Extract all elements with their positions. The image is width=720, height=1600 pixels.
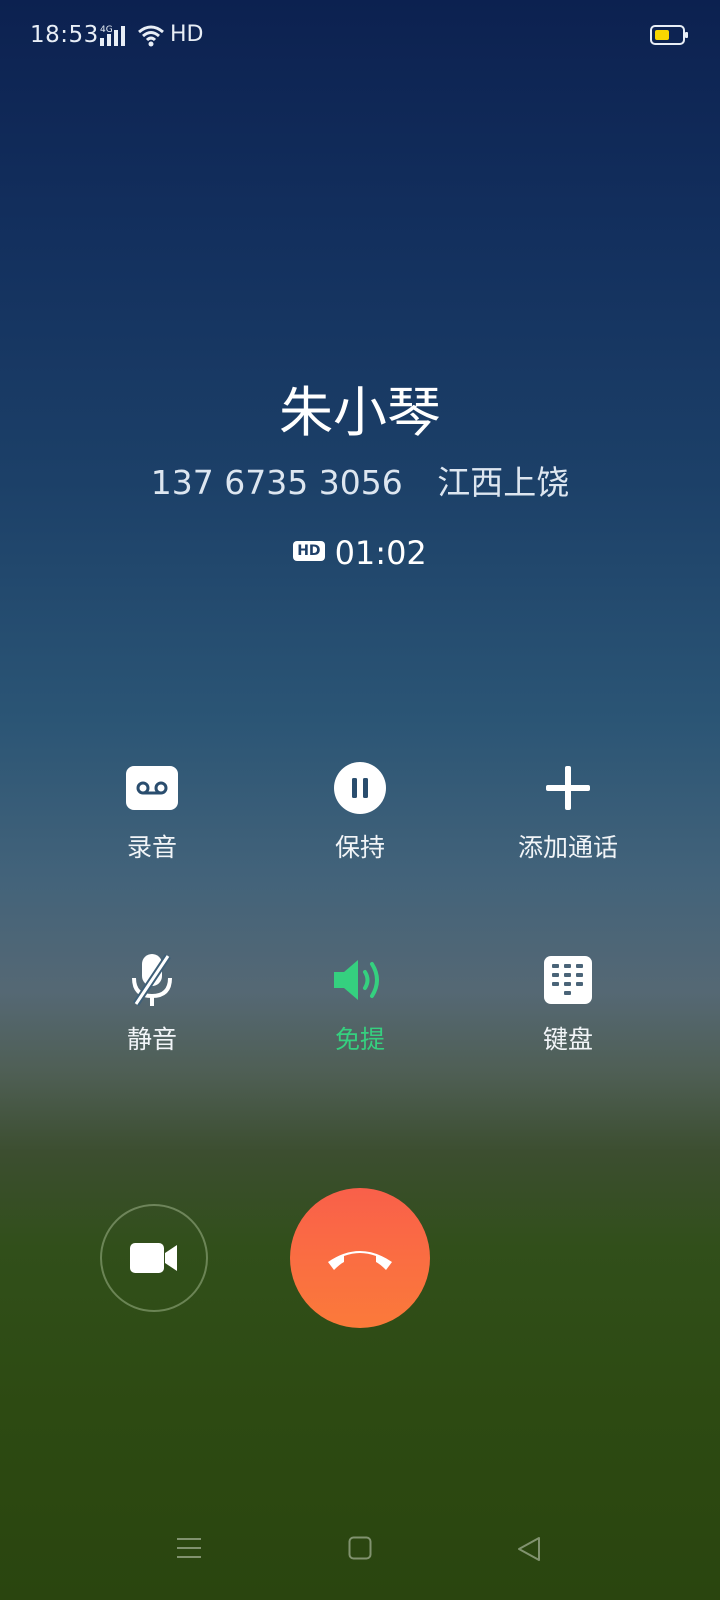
signal-icon: 4G xyxy=(100,25,125,46)
plus-icon xyxy=(546,766,590,810)
menu-icon[interactable] xyxy=(176,1536,202,1560)
hd-call-badge: HD xyxy=(293,541,325,561)
mute-button[interactable]: 静音 xyxy=(52,950,252,1056)
caller-location: 江西上饶 xyxy=(437,463,570,502)
network-label: 4G xyxy=(100,25,113,35)
record-label: 录音 xyxy=(126,833,177,862)
record-tape-icon xyxy=(126,766,178,810)
speaker-button[interactable]: 免提 xyxy=(260,950,460,1056)
call-timer-line: HD 01:02 xyxy=(0,534,720,572)
mic-off-icon xyxy=(132,954,172,1006)
video-call-button[interactable] xyxy=(100,1204,208,1312)
hold-button[interactable]: 保持 xyxy=(260,758,460,864)
caller-number: 137 6735 3056 xyxy=(150,463,403,502)
phone-hangup-icon xyxy=(328,1251,392,1270)
end-call-button[interactable] xyxy=(290,1188,430,1328)
status-time: 18:53 xyxy=(30,22,99,48)
add-call-label: 添加通话 xyxy=(517,833,618,862)
status-hd-label: HD xyxy=(170,22,204,47)
record-button[interactable]: 录音 xyxy=(52,758,252,864)
caller-number-line: 137 6735 3056 江西上饶 xyxy=(0,456,720,504)
back-icon[interactable] xyxy=(516,1536,542,1562)
dialpad-icon xyxy=(544,956,592,1004)
keypad-label: 键盘 xyxy=(542,1025,593,1054)
video-camera-icon xyxy=(130,1243,177,1273)
navigation-bar xyxy=(0,1530,720,1580)
keypad-button[interactable]: 键盘 xyxy=(468,950,668,1056)
pause-icon xyxy=(334,762,386,814)
hold-label: 保持 xyxy=(334,833,385,862)
wifi-icon xyxy=(138,25,164,47)
add-call-button[interactable]: 添加通话 xyxy=(468,758,668,864)
mute-label: 静音 xyxy=(126,1025,177,1054)
status-bar: 18:53 4G HD xyxy=(0,0,720,72)
call-duration: 01:02 xyxy=(334,534,427,572)
speaker-label: 免提 xyxy=(334,1025,385,1054)
speaker-icon xyxy=(334,960,379,1000)
home-icon[interactable] xyxy=(348,1536,372,1560)
battery-icon xyxy=(650,25,688,45)
caller-name: 朱小琴 xyxy=(279,381,441,444)
